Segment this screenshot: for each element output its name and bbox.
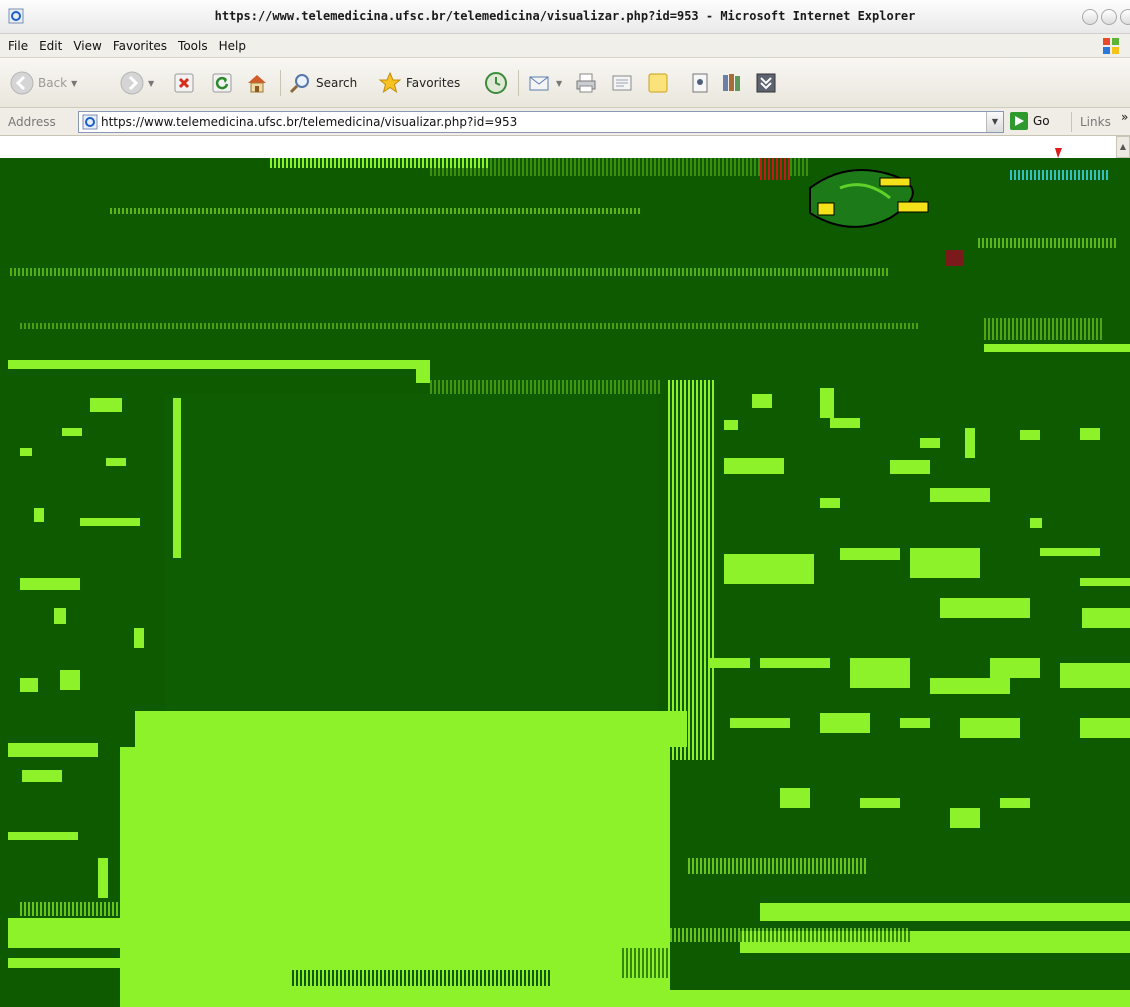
address-input[interactable]: https://www.telemedicina.ufsc.br/telemed… [78,111,1004,133]
edit-button[interactable] [610,71,634,95]
research-icon [723,74,740,91]
address-label: Address [8,115,56,129]
mail-icon [529,76,549,91]
address-dropdown-icon[interactable]: ▼ [986,112,1003,132]
go-button[interactable]: Go [1010,112,1050,130]
search-icon [289,74,309,94]
menu-edit[interactable]: Edit [39,39,62,53]
window-controls [1082,9,1130,25]
windows-logo-icon [1103,38,1119,54]
stop-button[interactable] [172,71,196,95]
menu-view[interactable]: View [73,39,101,53]
toolbar-separator [280,70,281,96]
back-arrow-icon [10,71,34,95]
history-button[interactable] [484,71,508,95]
site-emblem-icon [809,169,929,228]
toolbar-separator [1071,112,1072,132]
page-viewport: ▲ [0,136,1130,1007]
discuss-icon [648,73,668,93]
menu-help[interactable]: Help [219,39,246,53]
window-title: https://www.telemedicina.ufsc.br/telemed… [214,9,916,23]
search-button[interactable]: Search [288,71,357,95]
extra-tool-icon [756,73,776,93]
refresh-button[interactable] [210,71,234,95]
forward-arrow-icon [120,71,144,95]
refresh-icon [212,73,232,93]
back-dropdown-icon[interactable]: ▼ [71,79,77,88]
menu-favorites[interactable]: Favorites [113,39,167,53]
scrollbar-up-button[interactable]: ▲ [1116,136,1130,158]
stop-icon [174,73,194,93]
maximize-button[interactable] [1101,9,1117,25]
forward-dropdown-icon[interactable]: ▼ [148,79,154,88]
minimize-button[interactable] [1082,9,1098,25]
mail-dropdown-icon[interactable]: ▼ [556,79,562,88]
links-chevron-icon[interactable]: » [1121,110,1128,124]
forward-button[interactable]: ▼ [120,71,154,95]
standard-toolbar: Back ▼ ▼ Search Favorites ▼ [0,58,1130,108]
links-button[interactable]: Links [1080,115,1111,129]
window-titlebar: https://www.telemedicina.ufsc.br/telemed… [0,0,1130,34]
go-arrow-icon [1010,112,1028,130]
history-icon [485,72,507,94]
discuss-button[interactable] [646,71,670,95]
toolbar-separator [518,70,519,96]
search-label: Search [316,76,358,90]
menu-tools[interactable]: Tools [178,39,208,53]
mail-button[interactable]: ▼ [528,71,562,95]
close-button[interactable] [1120,9,1130,25]
print-icon [576,73,596,93]
address-url[interactable]: https://www.telemedicina.ufsc.br/telemed… [101,115,517,129]
messenger-button[interactable] [688,71,712,95]
page-icon [82,114,98,130]
favorites-label: Favorites [406,76,461,90]
home-button[interactable] [245,71,269,95]
menu-file[interactable]: File [8,39,28,53]
corrupted-page-content [0,158,1130,1007]
back-label: Back [38,76,68,90]
back-button[interactable]: Back ▼ [10,71,77,95]
extra-tool-button[interactable] [754,71,778,95]
address-bar: Address https://www.telemedicina.ufsc.br… [0,108,1130,136]
print-button[interactable] [574,71,598,95]
go-label: Go [1033,114,1050,128]
favorites-star-icon [378,71,402,94]
home-icon [248,75,266,93]
menu-bar: File Edit View Favorites Tools Help [0,34,1130,58]
favorites-button[interactable]: Favorites [378,71,460,95]
messenger-icon [692,73,708,93]
research-button[interactable] [720,71,744,95]
edit-icon [612,75,632,91]
